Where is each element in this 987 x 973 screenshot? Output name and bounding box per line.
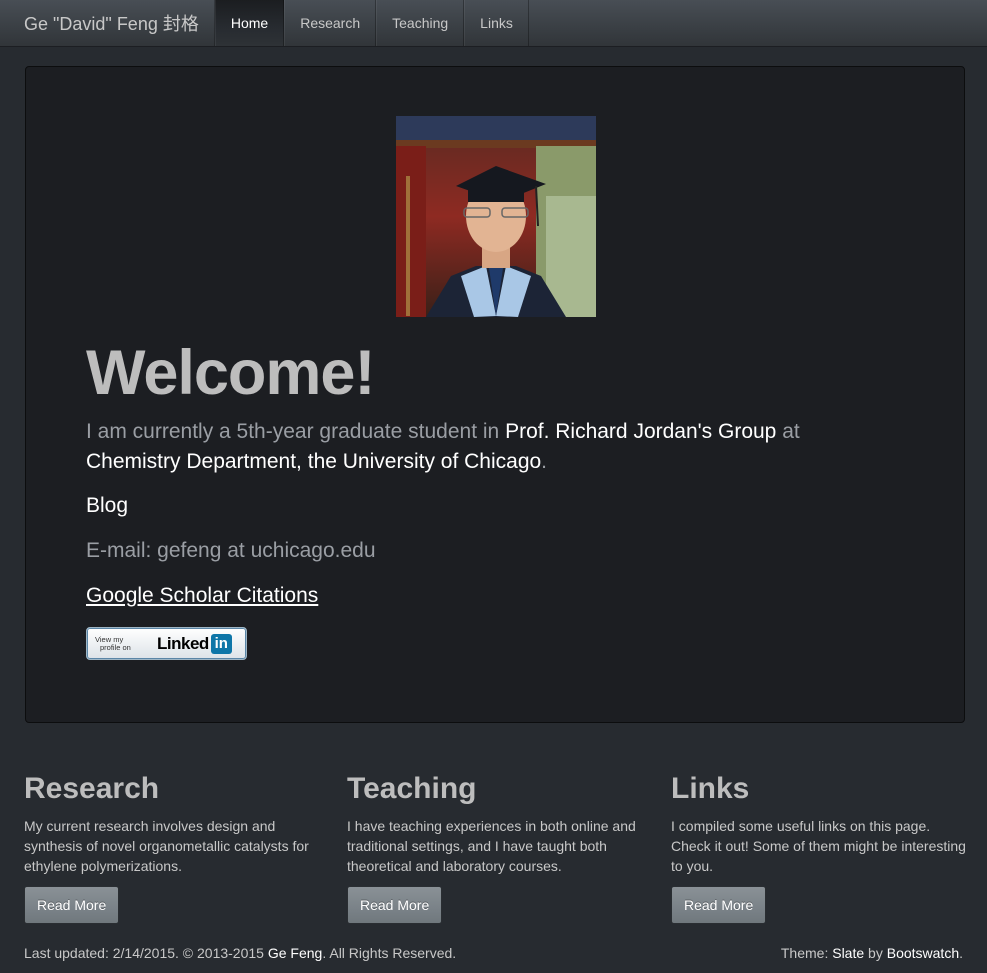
nav-item-home[interactable]: Home — [214, 0, 285, 46]
footer-left-suffix: . All Rights Reserved. — [322, 945, 457, 961]
welcome-heading: Welcome! — [86, 338, 375, 408]
nav-item-links[interactable]: Links — [464, 0, 529, 46]
google-scholar-link[interactable]: Google Scholar Citations — [86, 584, 318, 608]
nav-item-teaching[interactable]: Teaching — [376, 0, 465, 46]
intro-mid: at — [776, 420, 800, 443]
navbar: Ge "David" Feng 封格 Home Research Teachin… — [0, 0, 987, 47]
profile-photo — [396, 116, 596, 317]
nav-menu: Home Research Teaching Links — [213, 0, 529, 46]
bootswatch-link[interactable]: Bootswatch — [887, 945, 959, 961]
linkedin-profile-button[interactable]: View my profile on Linked in — [86, 627, 247, 660]
footer-author-name: Ge Feng — [267, 945, 323, 961]
teaching-column: Teaching I have teaching experiences in … — [347, 772, 647, 924]
links-column: Links I compiled some useful links on th… — [671, 772, 971, 924]
teaching-text: I have teaching experiences in both onli… — [347, 818, 636, 874]
footer-right-suffix: . — [959, 945, 963, 961]
research-text: My current research involves design and … — [24, 818, 309, 874]
department-link[interactable]: Chemistry Department, the University of … — [86, 450, 541, 473]
teaching-read-more-button[interactable]: Read More — [347, 886, 443, 924]
research-column: Research My current research involves de… — [24, 772, 324, 924]
footer-right-prefix: Theme: — [780, 945, 833, 961]
linkedin-in-icon: in — [210, 633, 232, 654]
blog-link[interactable]: Blog — [86, 494, 128, 518]
links-text: I compiled some useful links on this pag… — [671, 818, 966, 874]
footer-right-mid: by — [864, 945, 887, 961]
footer-theme-credit: Theme: Slate by Bootswatch. — [781, 945, 963, 961]
linkedin-badge-caption: View my profile on — [95, 635, 155, 652]
research-title: Research — [24, 772, 160, 805]
site-brand[interactable]: Ge "David" Feng 封格 — [0, 0, 214, 46]
nav-item-research[interactable]: Research — [284, 0, 377, 46]
links-title: Links — [671, 772, 750, 805]
intro-prefix: I am currently a 5th-year graduate stude… — [86, 420, 506, 443]
email-text: E-mail: gefeng at uchicago.edu — [86, 539, 376, 562]
slate-theme-link[interactable]: Slate — [832, 945, 864, 961]
links-read-more-button[interactable]: Read More — [671, 886, 767, 924]
intro-suffix: . — [541, 450, 548, 473]
linkedin-caption-line2: profile on — [100, 642, 131, 652]
jumbotron: Welcome! I am currently a 5th-year gradu… — [25, 66, 965, 723]
footer-copyright: Last updated: 2/14/2015. © 2013-2015 Ge … — [24, 945, 456, 961]
linkedin-wordmark: Linked — [157, 633, 209, 653]
footer-left-prefix: Last updated: 2/14/2015. © 2013-2015 — [24, 945, 268, 961]
intro-text: I am currently a 5th-year graduate stude… — [86, 417, 886, 477]
teaching-title: Teaching — [347, 772, 477, 805]
research-read-more-button[interactable]: Read More — [24, 886, 120, 924]
group-link[interactable]: Prof. Richard Jordan's Group — [505, 420, 776, 443]
